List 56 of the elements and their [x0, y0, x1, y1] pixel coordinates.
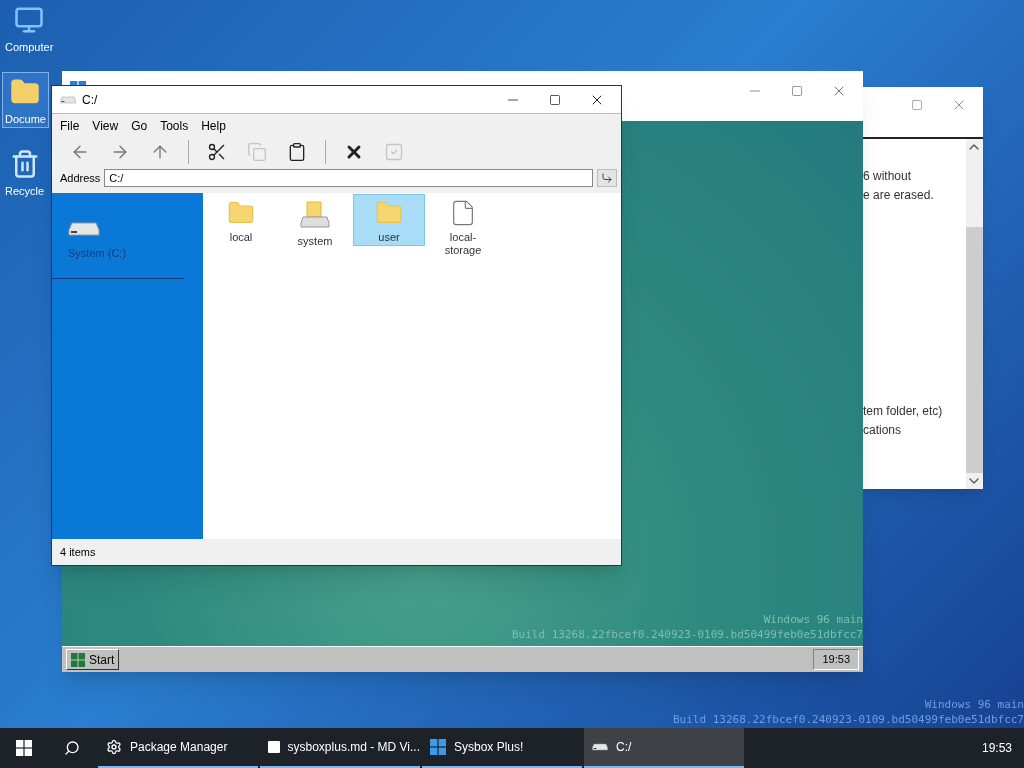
desktop-icon-label: Docume — [5, 112, 46, 127]
copy-icon — [247, 142, 267, 162]
taskbar-item[interactable]: C:/ — [584, 728, 744, 768]
start-button[interactable]: Start — [66, 649, 120, 670]
clipboard-icon — [287, 142, 307, 162]
desktop-icon-label: Recycle — [5, 184, 45, 199]
desktop-icon-label: Computer — [5, 40, 54, 55]
file-name: local — [228, 231, 254, 244]
desktop-icon[interactable]: Docume — [2, 72, 49, 128]
taskbar-item[interactable]: Sysbox Plus! — [422, 728, 582, 768]
drive-icon — [592, 741, 608, 753]
address-label: Address — [60, 170, 101, 186]
text-line: tem folder, etc) — [863, 403, 944, 420]
build-watermark: Build 13268.22fbcef0.240923-0109.bd50499feb0e51dbfcc7 — [512, 627, 863, 642]
text-line: 6 without — [863, 168, 913, 185]
explorer-entry[interactable]: system — [279, 194, 351, 249]
status-text: 4 items — [60, 544, 96, 560]
menu-item[interactable]: Go — [131, 116, 148, 135]
menu-item[interactable]: Tools — [160, 116, 189, 135]
drive-icon — [60, 93, 76, 106]
build-watermark: Windows 96 main — [763, 612, 863, 627]
file-name: user — [377, 231, 401, 244]
desktop-icon[interactable]: Computer — [2, 0, 57, 56]
explorer-entry[interactable]: user — [353, 194, 425, 246]
system-folder-icon — [299, 199, 331, 231]
window-title: C:/ — [82, 91, 98, 109]
checkbox-icon — [384, 142, 404, 162]
file-name: local-storage — [443, 231, 483, 257]
build-watermark: Build 13268.22fbcef0.240923-0109.bd50499feb0e51dbfcc7 — [673, 712, 1024, 727]
menu-item[interactable]: View — [92, 116, 119, 135]
windows-logo-icon — [430, 739, 446, 755]
explorer-entry[interactable]: local — [205, 194, 277, 246]
menu-item[interactable]: Help — [201, 116, 226, 135]
maximize-button[interactable] — [549, 93, 561, 106]
address-field[interactable]: C:/ — [104, 169, 593, 187]
text-line: e are erased. — [863, 187, 935, 204]
go-button[interactable] — [597, 169, 617, 187]
build-watermark: Windows 96 main — [924, 697, 1024, 712]
computer-icon — [13, 5, 46, 35]
drive-icon — [68, 221, 100, 237]
search-icon — [64, 740, 80, 756]
clock: 19:53 — [981, 740, 1013, 757]
enter-arrow-icon — [601, 172, 613, 184]
desktop-icon[interactable]: Recycle — [2, 144, 48, 200]
explorer-entry[interactable]: local-storage — [427, 194, 499, 258]
scrollbar[interactable] — [966, 139, 983, 489]
clock: 19:53 — [813, 649, 859, 670]
taskbar-item[interactable]: sysboxplus.md - MD Vi... — [260, 728, 420, 768]
menu-item[interactable]: File — [60, 116, 80, 135]
file-name: system — [296, 235, 334, 248]
windows-logo-icon — [16, 740, 32, 756]
scissors-icon — [207, 142, 227, 162]
text-line: cations — [863, 422, 903, 439]
gear-icon — [106, 739, 122, 755]
windows-logo-icon — [71, 652, 85, 667]
taskbar-item[interactable]: Package Manager — [98, 728, 258, 768]
